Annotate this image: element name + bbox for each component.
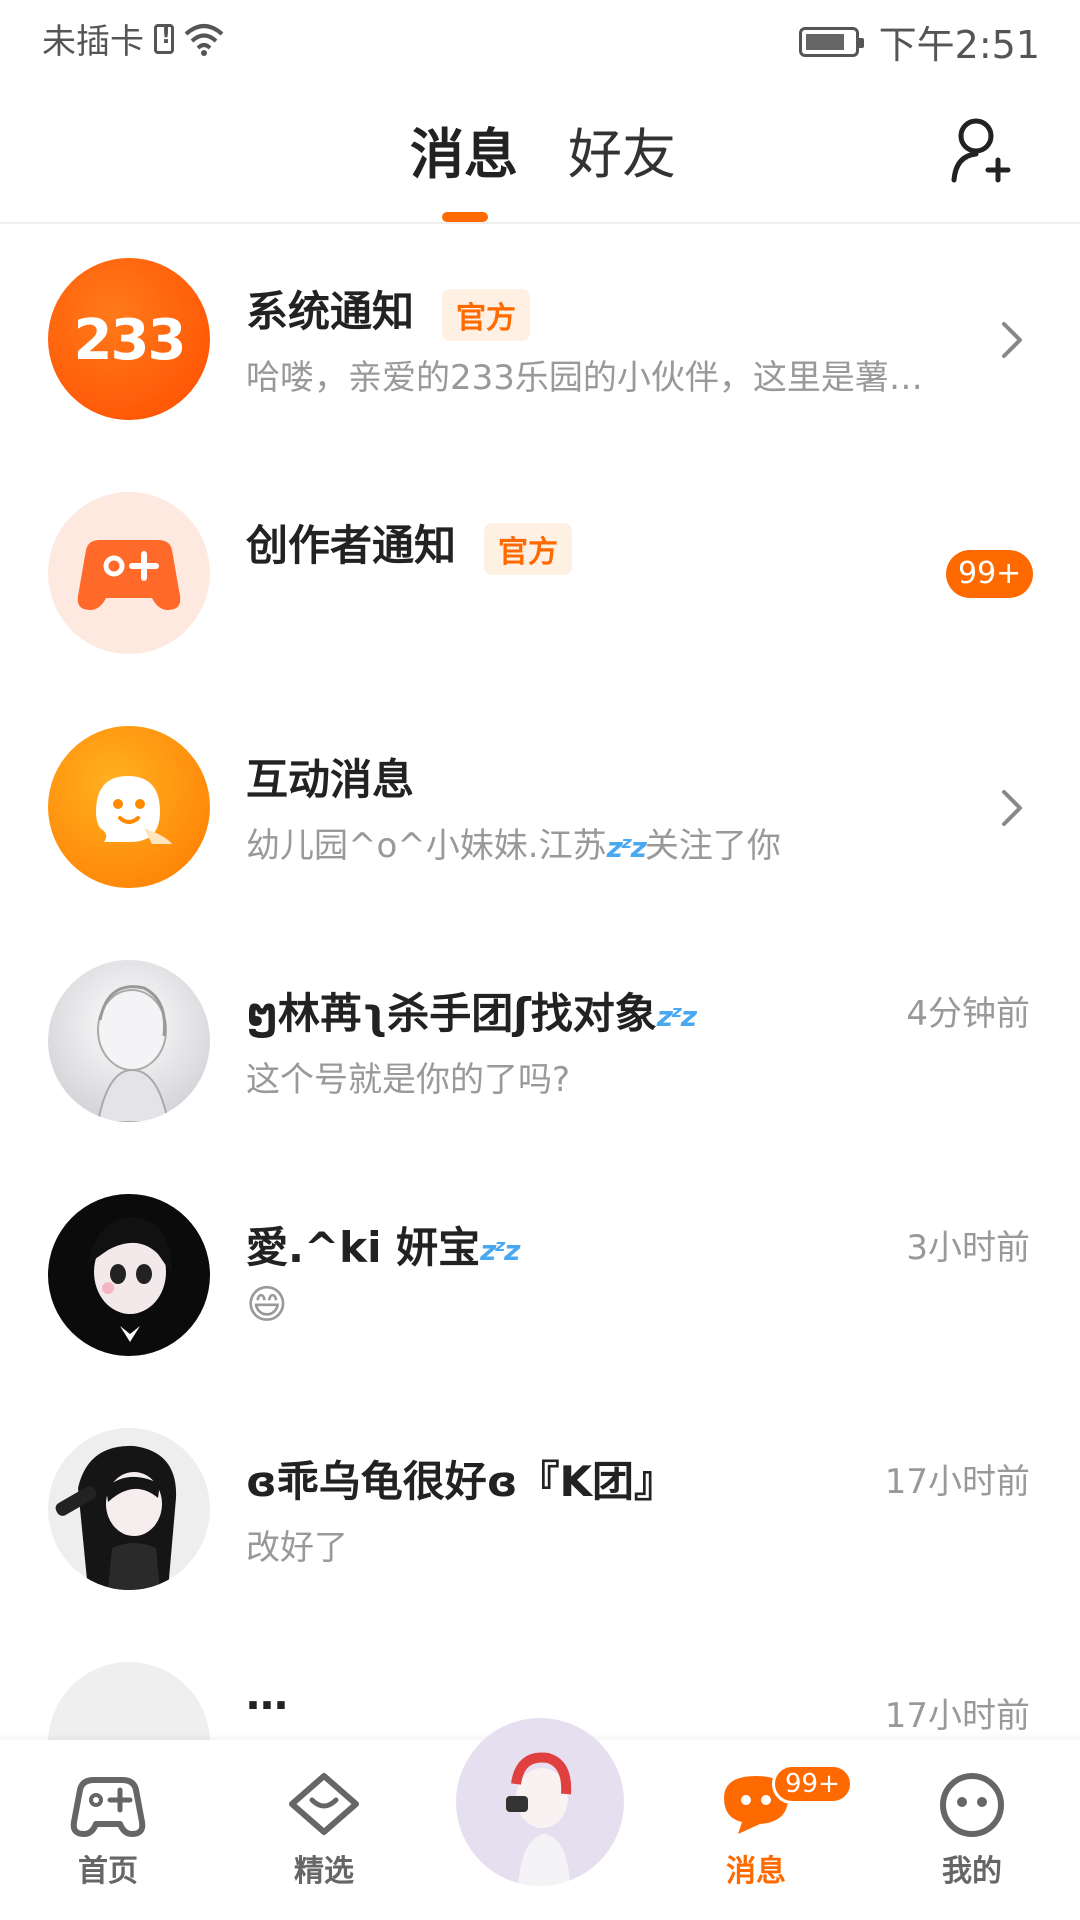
sleep-icon: zᶻz [656, 1000, 697, 1033]
user-avatar-image [96, 985, 170, 1122]
status-bar: 未插卡 下午2:51 [0, 0, 1080, 80]
user-avatar-image [88, 1217, 172, 1342]
conversation-name: ໆ林苒ʅ杀手团ʃ找对象zᶻz [246, 980, 697, 1041]
nav-unread-badge: 99+ [772, 1764, 853, 1804]
status-left: 未插卡 [42, 14, 224, 63]
status-right: 下午2:51 [798, 14, 1040, 69]
nav-featured[interactable]: 精选 [264, 1770, 384, 1890]
chevron-right-icon [1002, 322, 1022, 358]
preview-action: 关注了你 [644, 826, 781, 866]
clock: 下午2:51 [878, 23, 1040, 67]
list-item-system-notice[interactable]: 233 系统通知 官方 哈喽，亲爱的233乐园的小伙伴，这里是薯… [0, 222, 1080, 456]
conversation-name: … [246, 1670, 288, 1719]
list-item-chat[interactable]: ໆ林苒ʅ杀手团ʃ找对象zᶻz 4分钟前 这个号就是你的了吗? [0, 924, 1080, 1158]
list-item-chat[interactable]: ɞ乖乌龟很好ɞ『K团』 17小时前 改好了 [0, 1392, 1080, 1626]
official-badge: 官方 [484, 522, 573, 575]
name-text: 创作者通知 [246, 521, 457, 570]
chat-bubble-face-icon [96, 776, 172, 844]
name-part: ʅ杀手团ʃ [361, 989, 531, 1038]
gamepad-icon [77, 540, 181, 610]
avatar-creator [48, 492, 210, 654]
nav-home[interactable]: 首页 [48, 1770, 168, 1890]
message-preview: 😄 [246, 1282, 288, 1328]
avatar [48, 1428, 210, 1590]
avatar [48, 1662, 210, 1746]
sim-alert-icon [154, 23, 174, 54]
chevron-right-icon [1002, 790, 1022, 826]
add-user-icon[interactable] [948, 114, 1018, 184]
battery-icon [798, 26, 864, 57]
wifi-icon [184, 23, 224, 56]
conversation-name: ɞ乖乌龟很好ɞ『K团』 [246, 1457, 676, 1506]
nav-label: 消息 [726, 1854, 786, 1889]
message-preview: 哈喽，亲爱的233乐园的小伙伴，这里是薯… [246, 358, 923, 398]
carrier-text: 未插卡 [42, 22, 144, 62]
nav-label: 精选 [294, 1854, 354, 1889]
name-part: ໆ林苒 [246, 989, 362, 1038]
message-time: 17小时前 [884, 1462, 1030, 1502]
message-time: 17小时前 [884, 1696, 1030, 1736]
sleep-icon: zᶻz [606, 831, 647, 864]
preview-user: 幼儿园^o^小妹妹.江苏 [246, 826, 607, 866]
nav-label: 我的 [942, 1854, 1002, 1889]
avatar [48, 1194, 210, 1356]
unread-count-badge: 99+ [946, 550, 1034, 598]
gamepad-icon [70, 1777, 146, 1837]
list-item-interaction[interactable]: 互动消息 幼儿园^o^小妹妹.江苏zᶻz关注了你 [0, 690, 1080, 924]
nav-profile[interactable]: 我的 [912, 1770, 1032, 1890]
nav-center-avatar-button[interactable] [456, 1718, 624, 1886]
message-preview: 改好了 [246, 1528, 348, 1568]
message-preview: 幼儿园^o^小妹妹.江苏zᶻz关注了你 [246, 818, 966, 867]
official-badge: 官方 [442, 288, 531, 341]
user-avatar-image [55, 1445, 177, 1590]
list-item-creator-notice[interactable]: 创作者通知 官方 99+ [0, 456, 1080, 690]
user-avatar-image [506, 1752, 572, 1886]
conversation-name: 互动消息 [246, 755, 415, 804]
top-header: 消息 好友 [0, 80, 1080, 224]
name-part: 找对象 [530, 989, 657, 1038]
face-icon [940, 1773, 1004, 1837]
avatar-233: 233 [48, 258, 210, 420]
name-text: 系统通知 [246, 287, 415, 336]
avatar [48, 960, 210, 1122]
nav-label: 首页 [78, 1854, 138, 1889]
heart-chat-icon [289, 1773, 359, 1835]
tab-messages[interactable]: 消息 [410, 110, 518, 189]
tab-friends[interactable]: 好友 [568, 110, 676, 189]
conversation-name: 创作者通知 官方 [246, 512, 573, 575]
name-text: 愛.^ki 妍宝 [246, 1223, 481, 1272]
message-time: 4分钟前 [906, 994, 1030, 1034]
sleep-icon: zᶻz [480, 1234, 520, 1267]
avatar-interaction [48, 726, 210, 888]
active-tab-indicator [442, 212, 488, 222]
message-preview: 这个号就是你的了吗? [246, 1060, 571, 1100]
conversation-name: 愛.^ki 妍宝zᶻz [246, 1214, 520, 1275]
conversation-name: 系统通知 官方 [246, 278, 531, 341]
avatar-233-logo: 233 [73, 308, 187, 373]
message-time: 3小时前 [906, 1228, 1030, 1268]
list-item-chat[interactable]: 愛.^ki 妍宝zᶻz 3小时前 😄 [0, 1158, 1080, 1392]
